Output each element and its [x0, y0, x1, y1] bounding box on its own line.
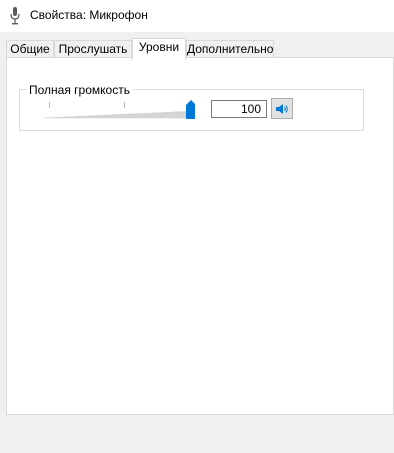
levels-panel: Полная громкость 100 [6, 57, 394, 415]
slider-tick [124, 102, 125, 108]
slider-thumb [186, 100, 195, 119]
volume-slider[interactable] [43, 99, 195, 123]
speaker-icon [276, 103, 288, 114]
microphone-icon [10, 7, 20, 25]
slider-tick [49, 102, 50, 108]
tab-strip: Общие Прослушать Уровни Дополнительно [6, 38, 394, 60]
window-title: Свойства: Микрофон [30, 8, 148, 22]
volume-group-label: Полная громкость [26, 84, 133, 97]
tab-levels[interactable]: Уровни [132, 38, 186, 60]
mute-button[interactable] [271, 98, 293, 119]
title-bar: Свойства: Микрофон [0, 0, 394, 32]
volume-value-input[interactable]: 100 [211, 100, 267, 118]
